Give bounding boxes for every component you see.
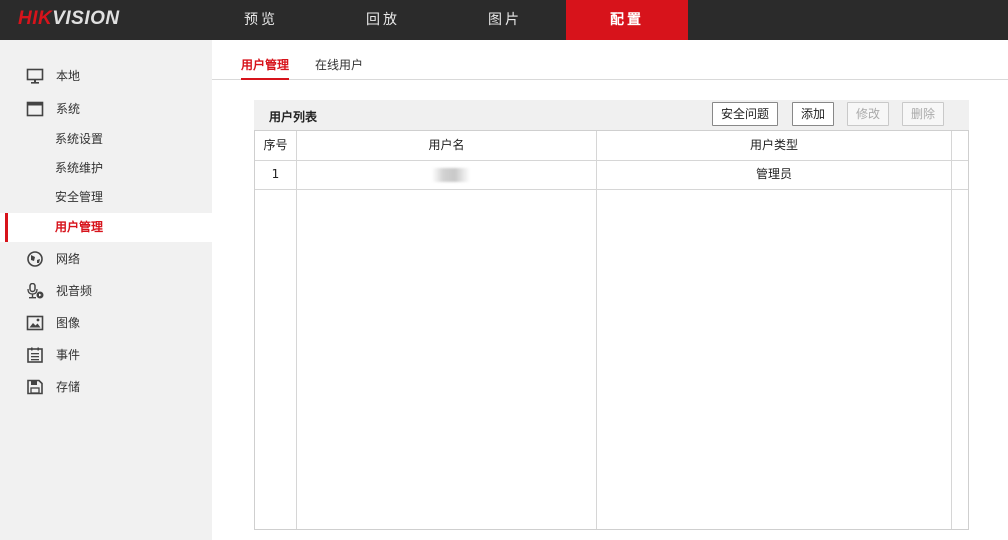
hikvision-logo: HIKVISION [18, 8, 120, 30]
sidebar-sub-user-management[interactable]: 用户管理 [0, 213, 212, 242]
row-divider [255, 189, 968, 190]
sidebar-item-video-audio[interactable]: 视音频 [0, 276, 212, 306]
header-username: 用户名 [428, 138, 465, 152]
microphone-camera-icon [27, 283, 44, 299]
globe-icon [27, 251, 43, 267]
logo-text-red: HIK [18, 8, 53, 29]
add-user-button[interactable]: 添加 [792, 102, 834, 126]
sidebar-sub-system-maintenance[interactable]: 系统维护 [0, 154, 212, 183]
user-table: 序号 用户名 用户类型 1 管理员 [254, 130, 969, 530]
monitor-icon [26, 68, 44, 84]
logo-text: VISION [52, 8, 120, 29]
sidebar-sub-system-settings[interactable]: 系统设置 [0, 125, 212, 154]
column-divider [596, 131, 597, 529]
redacted-username [432, 168, 470, 182]
sidebar-item-system[interactable]: 系统 [0, 94, 212, 124]
sidebar-item-label: 系统 [56, 102, 81, 116]
nav-playback[interactable]: 回放 [322, 0, 444, 40]
sidebar-item-network[interactable]: 网络 [0, 244, 212, 274]
security-question-button[interactable]: 安全问题 [712, 102, 778, 126]
main-nav: 预览 回放 图片 配置 [200, 0, 688, 40]
window-icon [26, 101, 44, 117]
calendar-list-icon [27, 347, 43, 363]
row-index[interactable]: 1 [255, 160, 296, 189]
column-divider [951, 131, 952, 529]
modify-user-button[interactable]: 修改 [847, 102, 889, 126]
header-user-type: 用户类型 [749, 138, 798, 152]
sub-item-label: 系统设置 [55, 132, 104, 146]
sidebar-item-image[interactable]: 图像 [0, 308, 212, 338]
sub-item-label: 安全管理 [55, 190, 104, 204]
sidebar-item-label: 网络 [56, 252, 81, 266]
sidebar: 本地 系统 系统设置 系统维护 安全管理 用户管理 网络 视音频 图像 事件 存… [0, 40, 212, 540]
sidebar-sub-security-management[interactable]: 安全管理 [0, 183, 212, 212]
sidebar-item-label: 图像 [56, 316, 81, 330]
nav-preview[interactable]: 预览 [200, 0, 322, 40]
header-index: 序号 [263, 138, 288, 152]
sidebar-item-local[interactable]: 本地 [0, 61, 212, 91]
sidebar-item-label: 存储 [56, 380, 81, 394]
sidebar-item-storage[interactable]: 存储 [0, 372, 212, 402]
delete-user-button[interactable]: 删除 [902, 102, 944, 126]
user-list-header: 用户列表 安全问题 添加 修改 删除 [254, 100, 969, 130]
sub-item-label: 用户管理 [55, 220, 104, 234]
panel-title: 用户列表 [269, 110, 318, 124]
nav-picture[interactable]: 图片 [444, 0, 566, 40]
tab-online-users[interactable]: 在线用户 [315, 56, 363, 80]
sidebar-item-event[interactable]: 事件 [0, 340, 212, 370]
tab-bar: 用户管理 在线用户 [212, 40, 1008, 80]
nav-configuration[interactable]: 配置 [566, 0, 688, 40]
top-bar: HIKVISION 预览 回放 图片 配置 [0, 0, 1008, 40]
sidebar-item-label: 视音频 [56, 284, 93, 298]
floppy-disk-icon [27, 379, 43, 395]
sidebar-item-label: 本地 [56, 69, 81, 83]
sub-item-label: 系统维护 [55, 161, 104, 175]
sidebar-item-label: 事件 [56, 348, 81, 362]
tab-user-management[interactable]: 用户管理 [241, 56, 290, 80]
row-user-type[interactable]: 管理员 [597, 160, 951, 189]
picture-icon [26, 315, 44, 331]
column-divider [296, 131, 297, 529]
